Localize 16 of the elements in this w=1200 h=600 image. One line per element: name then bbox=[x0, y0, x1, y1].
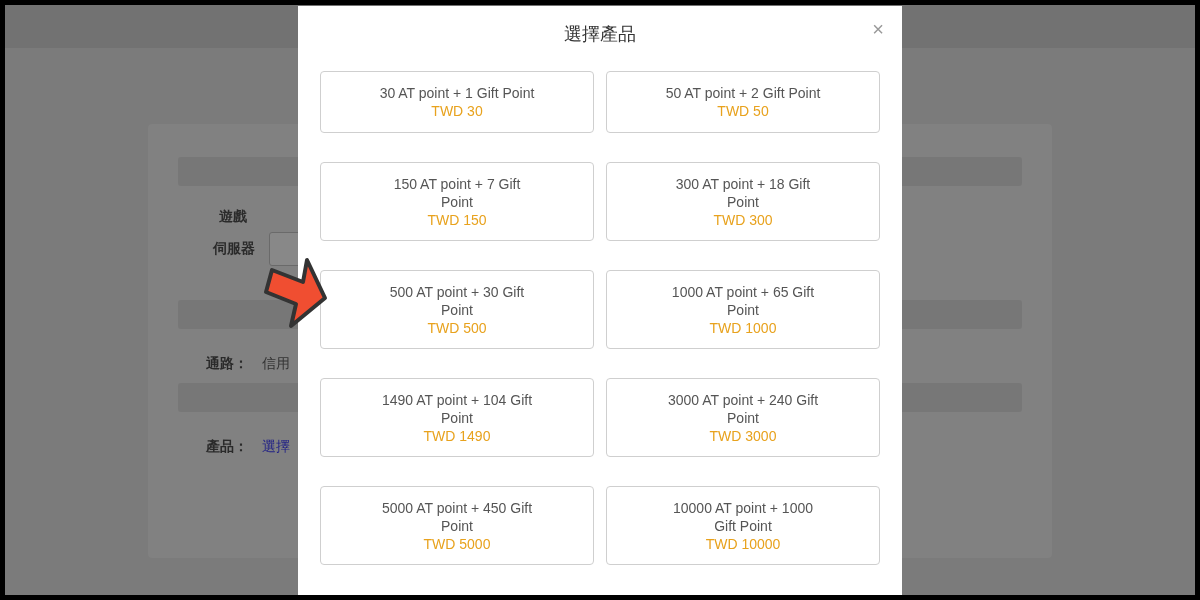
product-label: 產品： bbox=[206, 438, 248, 456]
product-option[interactable]: 1000 AT point + 65 Gift Point TWD 1000 bbox=[606, 270, 880, 349]
product-option[interactable]: 300 AT point + 18 Gift Point TWD 300 bbox=[606, 162, 880, 241]
product-option[interactable]: 3000 AT point + 240 Gift Point TWD 3000 bbox=[606, 378, 880, 457]
product-option[interactable]: 50 AT point + 2 Gift Point TWD 50 bbox=[606, 71, 880, 133]
channel-value: 信用 bbox=[262, 355, 290, 373]
product-option[interactable]: 5000 AT point + 450 Gift Point TWD 5000 bbox=[320, 486, 594, 565]
product-option[interactable]: 10000 AT point + 1000 Gift Point TWD 10000 bbox=[606, 486, 880, 565]
dialog-title: 選擇產品 bbox=[564, 23, 636, 46]
product-option[interactable]: 1490 AT point + 104 Gift Point TWD 1490 bbox=[320, 378, 594, 457]
product-option[interactable]: 150 AT point + 7 Gift Point TWD 150 bbox=[320, 162, 594, 241]
product-option[interactable]: 500 AT point + 30 Gift Point TWD 500 bbox=[320, 270, 594, 349]
field-label: 伺服器 bbox=[213, 240, 255, 258]
field-label: 遊戲 bbox=[219, 208, 247, 226]
product-option[interactable]: 30 AT point + 1 Gift Point TWD 30 bbox=[320, 71, 594, 133]
channel-label: 通路： bbox=[206, 355, 248, 373]
